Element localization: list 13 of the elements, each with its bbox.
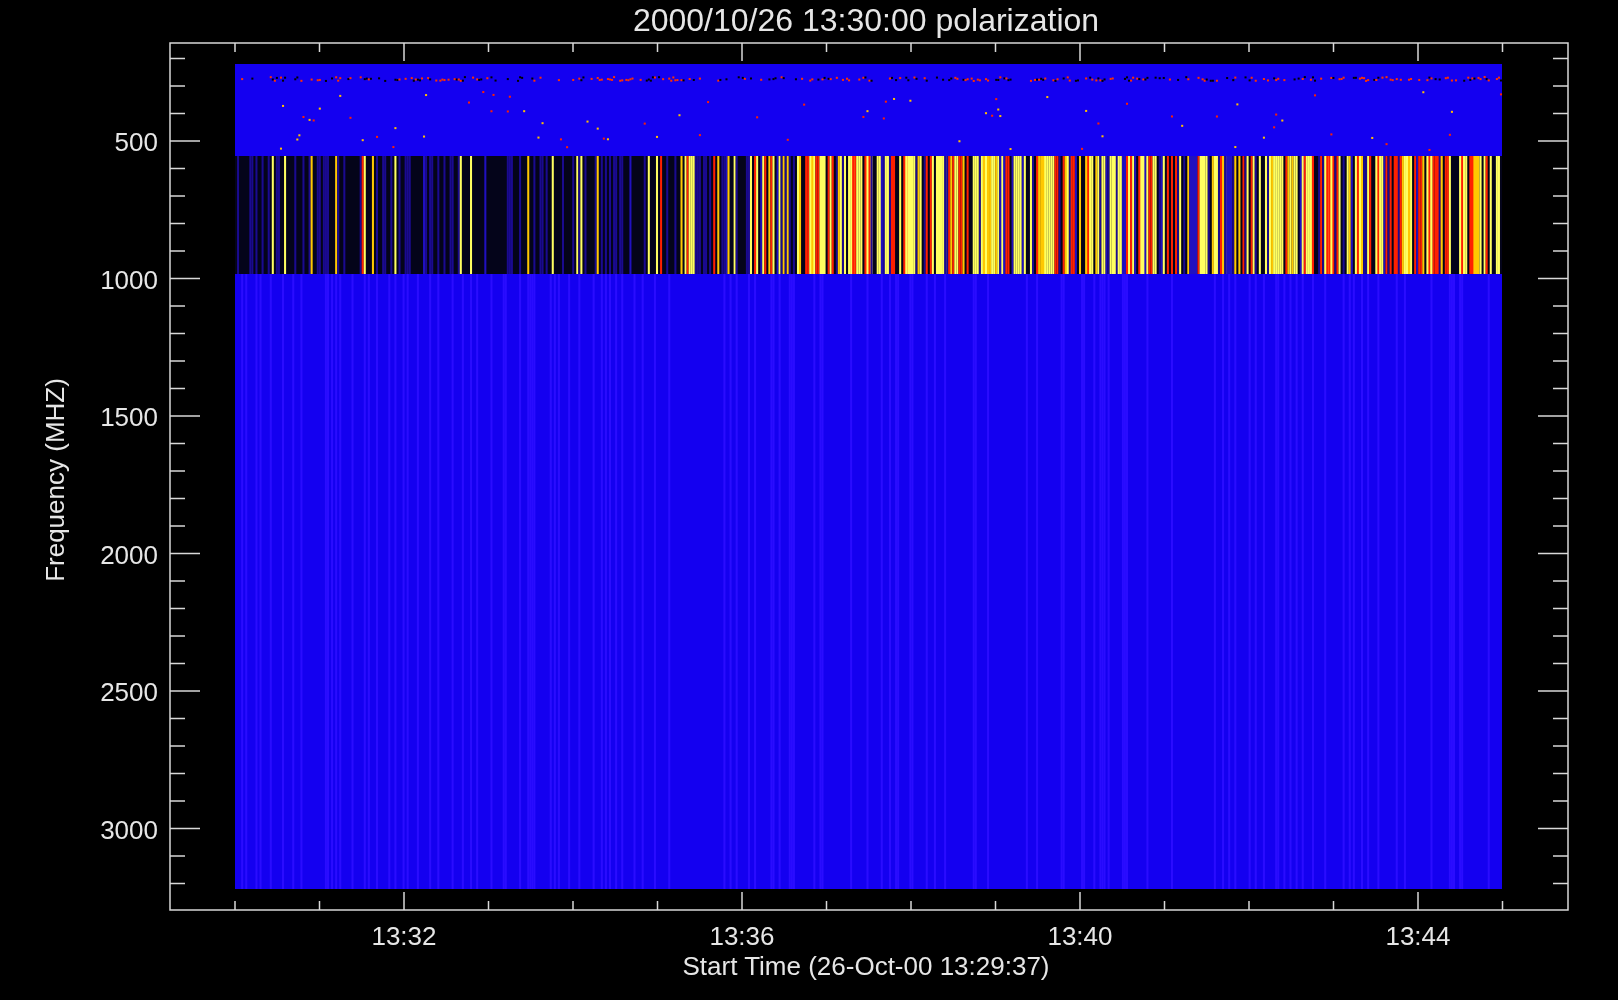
x-axis-label: Start Time (26-Oct-00 13:29:37) [682, 951, 1050, 981]
x-tick-label: 13:36 [709, 921, 775, 951]
plot-title: 2000/10/26 13:30:00 polarization [632, 2, 1100, 38]
x-tick-label: 13:32 [371, 921, 437, 951]
x-tick-label: 13:40 [1047, 921, 1113, 951]
y-tick-label: 3000 [100, 814, 158, 845]
y-tick-label: 1000 [100, 264, 158, 295]
x-tick-label: 13:44 [1385, 921, 1451, 951]
y-tick-label: 2000 [100, 539, 158, 570]
y-tick-label: 2500 [100, 677, 158, 707]
y-tick-label: 500 [114, 127, 158, 157]
y-axis-label: Frequency (MHZ) [40, 378, 70, 582]
y-tick-label: 1500 [100, 402, 158, 432]
